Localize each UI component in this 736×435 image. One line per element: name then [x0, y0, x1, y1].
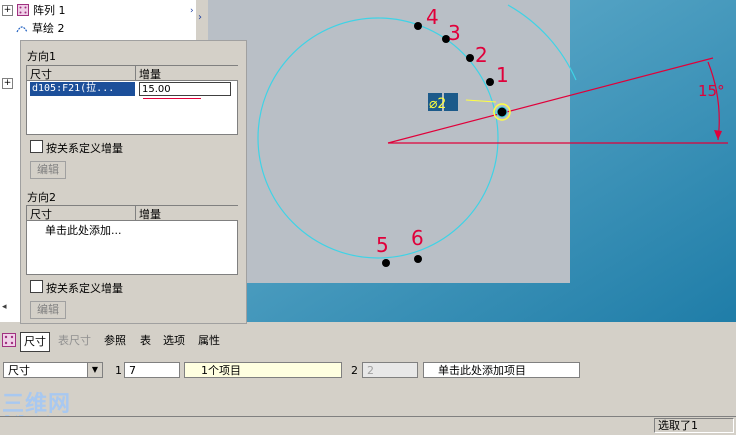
- hand-label-2: 2: [475, 43, 488, 67]
- direction2-title: 方向2: [27, 191, 56, 204]
- status-bar: 选取了1: [0, 416, 736, 435]
- graphics-canvas[interactable]: 15° ⌀2 4 3 2 1 5 6: [208, 0, 736, 322]
- tab-table-dimensions[interactable]: 表尺寸: [58, 332, 91, 350]
- tree-item-pattern[interactable]: + 阵列 1: [0, 2, 66, 18]
- direction1-col-dim[interactable]: 尺寸: [27, 66, 135, 81]
- expand-icon[interactable]: +: [2, 4, 13, 16]
- tab-references[interactable]: 参照: [104, 332, 126, 350]
- direction2-col-inc[interactable]: 增量: [135, 206, 238, 221]
- tab-options[interactable]: 选项: [163, 332, 185, 350]
- tree-item-sketch[interactable]: 草绘 2: [12, 20, 65, 36]
- tree-item-label: 阵列 1: [33, 4, 66, 17]
- direction1-relation-checkbox[interactable]: [30, 140, 43, 153]
- direction2-relation-label: 按关系定义增量: [46, 282, 123, 295]
- expand-icon[interactable]: +: [2, 78, 13, 89]
- direction2-count-input[interactable]: 2: [362, 362, 418, 378]
- direction2-items-collector[interactable]: 单击此处添加项目: [423, 362, 580, 378]
- direction1-number: 1: [115, 364, 122, 377]
- selected-point[interactable]: [496, 106, 508, 118]
- direction1-table[interactable]: 尺寸 增量 d105:F21(拉... 15.00: [26, 65, 238, 135]
- collapse-arrow-icon[interactable]: ›: [190, 6, 194, 16]
- direction1-increment-input[interactable]: 15.00: [139, 82, 231, 96]
- tab-table[interactable]: 表: [140, 332, 151, 350]
- pattern-icon: [17, 4, 29, 16]
- dimensions-panel: 方向1 尺寸 增量 d105:F21(拉... 15.00 按关系定义增量 编辑…: [20, 40, 247, 324]
- direction1-dim-cell[interactable]: d105:F21(拉...: [30, 82, 135, 96]
- sketch-plane: [208, 0, 570, 283]
- hand-label-6: 6: [411, 226, 424, 250]
- hand-label-1: 1: [496, 63, 509, 87]
- pattern-tool-icon[interactable]: [2, 333, 16, 347]
- direction2-edit-button[interactable]: 编辑: [30, 301, 66, 319]
- scroll-left-icon[interactable]: ◂: [2, 302, 7, 312]
- tab-dimensions[interactable]: 尺寸: [20, 332, 50, 352]
- tab-properties[interactable]: 属性: [198, 332, 220, 350]
- angle-label: 15°: [698, 82, 725, 100]
- direction2-add-row[interactable]: 单击此处添加...: [45, 222, 122, 238]
- tree-continuation: + ◂: [0, 40, 20, 322]
- sketch-icon: [16, 26, 28, 33]
- selection-status: 选取了1: [654, 418, 734, 433]
- pattern-marker[interactable]: ⌀2: [429, 96, 446, 112]
- pattern-point-5[interactable]: [382, 259, 390, 267]
- direction2-number: 2: [351, 364, 358, 377]
- hand-label-3: 3: [448, 21, 461, 45]
- graphics-window[interactable]: 15° ⌀2 4 3 2 1 5 6: [208, 0, 736, 322]
- pattern-point-4[interactable]: [414, 22, 422, 30]
- direction1-items-collector[interactable]: 1个项目: [184, 362, 342, 378]
- direction1-title: 方向1: [27, 50, 56, 63]
- direction2-table[interactable]: 尺寸 增量 单击此处添加...: [26, 205, 238, 275]
- direction1-edit-button[interactable]: 编辑: [30, 161, 66, 179]
- direction1-relation-label: 按关系定义增量: [46, 142, 123, 155]
- hand-label-5: 5: [376, 233, 389, 257]
- pattern-point-6[interactable]: [414, 255, 422, 263]
- model-tree: + 阵列 1 草绘 2 ›: [0, 0, 196, 40]
- pattern-type-select[interactable]: 尺寸 ▼: [3, 362, 103, 378]
- annotation-underline: [143, 98, 201, 99]
- tree-item-label: 草绘 2: [32, 22, 65, 35]
- direction1-col-inc[interactable]: 增量: [135, 66, 238, 81]
- pattern-point-1[interactable]: [486, 78, 494, 86]
- dashboard-tabs: 尺寸 表尺寸 参照 表 选项 属性: [0, 330, 736, 352]
- direction2-col-dim[interactable]: 尺寸: [27, 206, 135, 221]
- sash-arrow-icon[interactable]: ›: [198, 12, 202, 23]
- hand-label-4: 4: [426, 5, 439, 29]
- chevron-down-icon[interactable]: ▼: [87, 363, 102, 377]
- pattern-point-2[interactable]: [466, 54, 474, 62]
- direction2-relation-checkbox[interactable]: [30, 280, 43, 293]
- direction1-count-input[interactable]: 7: [124, 362, 180, 378]
